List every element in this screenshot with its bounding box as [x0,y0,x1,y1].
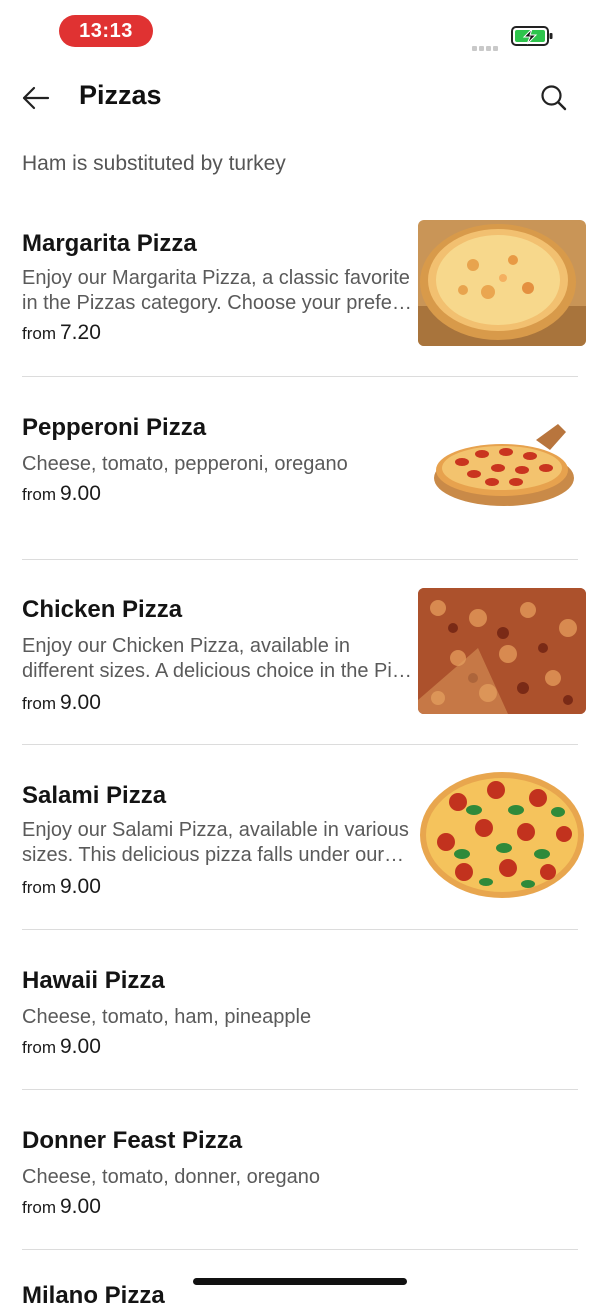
pizza-item-margarita[interactable]: Margarita Pizza Enjoy our Margarita Pizz… [22,218,586,350]
item-price: from 9.00 [22,482,101,506]
item-divider [22,1249,578,1250]
item-divider [22,744,578,745]
price-from-label: from [22,1198,56,1217]
item-divider [22,559,578,560]
item-description: Enjoy our Chicken Pizza, available in di… [22,635,412,682]
price-from-label: from [22,694,56,713]
pizza-item-salami[interactable]: Salami Pizza Enjoy our Salami Pizza, ava… [22,772,586,902]
pizza-item-hawaii[interactable]: Hawaii Pizza Cheese, tomato, ham, pineap… [22,955,578,1065]
price-value: 7.20 [60,321,101,344]
item-name: Salami Pizza [22,782,167,809]
pepperoni-pizza-image [418,402,586,528]
page-title: Pizzas [79,80,162,110]
item-name: Donner Feast Pizza [22,1127,243,1154]
item-description: Enjoy our Margarita Pizza, a classic fav… [22,267,412,314]
status-bar: 13:13 [0,0,600,64]
category-notice: Ham is substituted by turkey [22,152,286,175]
cellular-signal-icon [472,38,504,51]
item-name: Hawaii Pizza [22,967,165,994]
item-divider [22,1089,578,1090]
item-description: Cheese, tomato, ham, pineapple [22,1006,312,1028]
item-description: Cheese, tomato, donner, oregano [22,1166,320,1188]
chicken-pizza-image [418,588,586,714]
status-time: 13:13 [59,15,153,47]
price-value: 9.00 [60,875,101,898]
search-icon[interactable] [538,82,570,114]
price-value: 9.00 [60,1035,101,1058]
pizza-item-partial[interactable]: Milano Pizza [22,1282,165,1310]
price-value: 9.00 [60,482,101,505]
pizza-item-donner-feast[interactable]: Donner Feast Pizza Cheese, tomato, donne… [22,1115,578,1225]
item-name: Margarita Pizza [22,230,197,257]
item-name: Chicken Pizza [22,596,183,623]
item-price: from 9.00 [22,1195,101,1219]
pizza-item-chicken[interactable]: Chicken Pizza Enjoy our Chicken Pizza, a… [22,588,586,718]
price-from-label: from [22,485,56,504]
home-indicator[interactable] [193,1278,407,1285]
item-price: from 9.00 [22,691,101,715]
item-description: Cheese, tomato, pepperoni, oregano [22,453,348,475]
item-description: Enjoy our Salami Pizza, available in var… [22,819,409,866]
app-header: Pizzas [0,64,600,132]
price-from-label: from [22,878,56,897]
price-value: 9.00 [60,1195,101,1218]
battery-charging-icon [511,25,553,47]
item-divider [22,376,578,377]
item-name: Pepperoni Pizza [22,414,207,441]
item-divider [22,929,578,930]
price-value: 9.00 [60,691,101,714]
item-price: from 9.00 [22,1035,101,1059]
margarita-pizza-image [418,220,586,346]
item-price: from 9.00 [22,875,101,899]
pizza-item-pepperoni[interactable]: Pepperoni Pizza Cheese, tomato, pepperon… [22,402,586,528]
back-arrow-icon[interactable] [20,82,52,114]
item-price: from 7.20 [22,321,101,345]
price-from-label: from [22,324,56,343]
price-from-label: from [22,1038,56,1057]
salami-pizza-image [418,772,586,898]
